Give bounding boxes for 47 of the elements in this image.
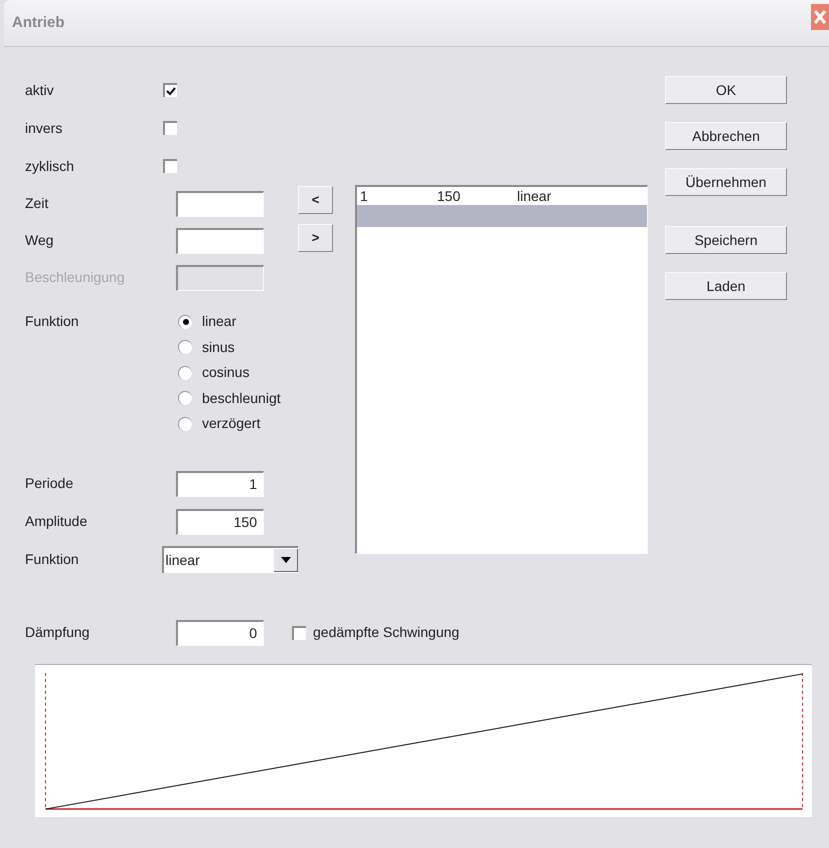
window-title: Antrieb (12, 12, 64, 33)
dialog-button[interactable]: Laden (665, 272, 787, 300)
list-box[interactable]: 1 150 linear (355, 185, 648, 554)
checkbox[interactable] (292, 626, 306, 640)
checkbox[interactable] (163, 159, 177, 173)
radio-button[interactable] (178, 366, 192, 380)
checkbox[interactable] (163, 83, 177, 97)
checkbox[interactable] (163, 121, 177, 135)
field-label: Weg (25, 231, 55, 250)
field-label: Funktion (25, 550, 80, 569)
radio-button[interactable] (178, 314, 192, 329)
radio-option[interactable]: linear (178, 309, 281, 334)
dialog-button[interactable]: Speichern (665, 226, 787, 254)
field-label: Dämpfung (25, 623, 91, 642)
field-label: Beschleunigung (25, 268, 126, 287)
radio-button[interactable] (178, 391, 192, 406)
input-field[interactable]: 1 (176, 470, 264, 496)
option-label: zyklisch (25, 156, 76, 176)
input-field[interactable]: 150 (176, 508, 264, 534)
list-cell-text: 1 (359, 186, 369, 206)
list-cell-text: linear (517, 186, 552, 206)
radio-option[interactable]: sinus (178, 334, 281, 360)
list-cell-text: 150 (437, 186, 462, 206)
dialog-button[interactable]: Übernehmen (665, 168, 787, 196)
arrow-button[interactable]: < (298, 186, 333, 214)
dropdown-value: linear (164, 551, 200, 570)
arrow-button[interactable]: > (298, 224, 333, 252)
radio-option[interactable]: verzögert (178, 411, 281, 436)
radio-option[interactable]: beschleunigt (178, 386, 281, 411)
radio-option[interactable]: cosinus (178, 360, 281, 386)
dialog-button[interactable]: OK (665, 76, 787, 104)
checkbox-label: gedämpfte Schwingung (313, 623, 460, 642)
radio-button[interactable] (178, 340, 192, 354)
close-button[interactable] (811, 4, 829, 30)
input-field[interactable]: 0 (176, 620, 264, 646)
field-label: Amplitude (25, 512, 88, 531)
radio-button[interactable] (178, 416, 192, 431)
option-label: aktiv (25, 80, 55, 100)
field-label: Periode (25, 474, 74, 493)
dropdown[interactable]: linear (162, 546, 298, 573)
input-field[interactable] (176, 190, 264, 216)
field-label: Zeit (25, 194, 50, 213)
close-icon (813, 9, 827, 25)
radio-group-label: Funktion (25, 312, 80, 331)
dialog-button[interactable]: Abbrechen (665, 122, 787, 150)
input-field[interactable] (176, 228, 264, 254)
option-label: invers (25, 118, 64, 138)
